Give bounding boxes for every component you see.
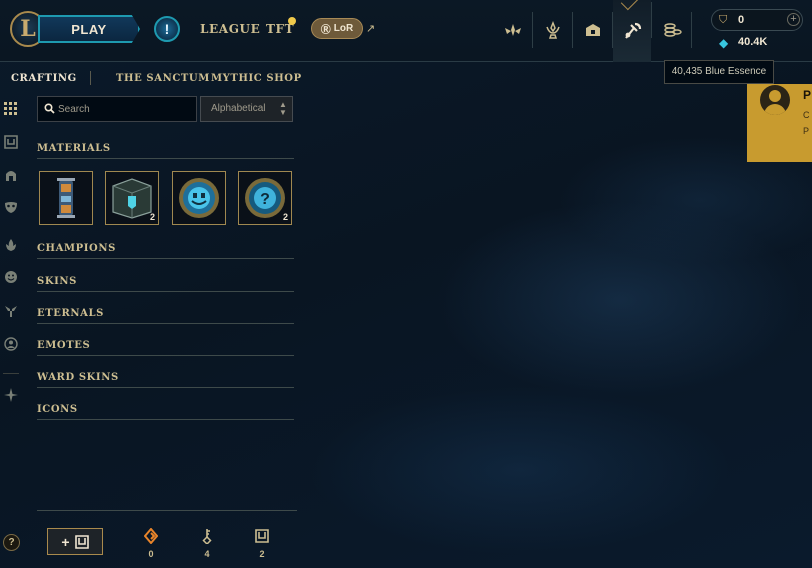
help-button[interactable]: ? xyxy=(3,534,20,551)
emote-capsule-icon xyxy=(176,175,222,221)
loot-glyph xyxy=(625,22,642,39)
tab-mythic-shop[interactable]: MYTHIC SHOP xyxy=(211,73,302,84)
loot-tile-hextech-chest[interactable]: 2 xyxy=(105,171,159,225)
key-fragment-art xyxy=(57,178,75,218)
key-glyph xyxy=(202,529,212,544)
tft-filter-icon[interactable] xyxy=(2,386,20,404)
avatar-icon xyxy=(760,85,790,115)
chest-count-glyph xyxy=(255,529,269,543)
sort-chevron-icon: ▲ ▼ xyxy=(279,100,287,117)
key-fragment-icon xyxy=(43,175,89,221)
svg-text:?: ? xyxy=(260,191,270,208)
champion-filter-icon[interactable] xyxy=(2,166,20,184)
flame-glyph xyxy=(6,239,16,251)
add-label: + xyxy=(61,533,70,550)
honor-trophy-icon[interactable] xyxy=(534,10,573,50)
ward-skin-filter-icon[interactable] xyxy=(2,302,20,320)
mystery-orb-art: ? xyxy=(245,178,285,218)
play-button[interactable]: PLAY xyxy=(38,15,140,43)
section-eternals[interactable]: ETERNALS xyxy=(37,308,104,319)
section-emotes[interactable]: EMOTES xyxy=(37,340,90,351)
mystery-orb-icon: ? xyxy=(242,175,288,221)
alert-icon[interactable]: ! xyxy=(154,16,180,42)
trophy-glyph xyxy=(546,21,560,39)
notification-line-2: P xyxy=(803,126,810,136)
lor-label: LoR xyxy=(333,23,354,34)
key-icon xyxy=(199,528,215,544)
search-input[interactable] xyxy=(58,99,193,119)
loot-tile-mystery-orb[interactable]: ? 2 xyxy=(238,171,292,225)
subnav-divider xyxy=(90,71,91,85)
chest-count-icon xyxy=(254,528,270,544)
section-materials[interactable]: MATERIALS xyxy=(37,143,111,154)
section-divider xyxy=(37,323,294,324)
emote-orb-art xyxy=(179,178,219,218)
section-divider xyxy=(37,291,294,292)
loot-icon[interactable] xyxy=(613,0,652,62)
orange-essence-count: 0 xyxy=(148,549,154,559)
section-divider xyxy=(37,419,294,420)
key-count: 4 xyxy=(204,549,210,559)
tab-the-sanctum[interactable]: THE SANCTUM xyxy=(116,73,210,84)
tile-count: 2 xyxy=(149,212,155,222)
orange-essence-glyph xyxy=(144,528,158,544)
emote-filter-icon[interactable] xyxy=(2,268,20,286)
tft-glyph xyxy=(4,388,18,402)
section-icons[interactable]: ICONS xyxy=(37,404,78,415)
section-divider xyxy=(37,387,294,388)
collection-icon[interactable] xyxy=(574,10,613,50)
all-loot-grid-icon[interactable] xyxy=(2,100,20,118)
notification-line-1: C xyxy=(803,110,810,120)
chest-filter-icon[interactable] xyxy=(2,133,20,151)
buy-rp-button[interactable]: + xyxy=(787,13,800,26)
eternals-filter-icon[interactable] xyxy=(2,236,20,254)
tile-count: 2 xyxy=(282,212,288,222)
smiley-glyph xyxy=(5,271,17,283)
tab-crafting[interactable]: CRAFTING xyxy=(11,73,77,84)
blue-essence-icon: ◆ xyxy=(719,36,729,50)
external-link-icon: ↗ xyxy=(366,23,376,35)
coins-glyph xyxy=(664,23,682,37)
store-icon[interactable] xyxy=(653,10,692,50)
mask-glyph xyxy=(5,202,17,213)
skin-filter-icon[interactable] xyxy=(2,198,20,216)
collection-glyph xyxy=(586,24,600,36)
search-icon xyxy=(44,103,56,115)
section-skins[interactable]: SKINS xyxy=(37,276,77,287)
section-champions[interactable]: CHAMPIONS xyxy=(37,243,116,254)
loot-tile-emote-capsule[interactable] xyxy=(172,171,226,225)
lor-logo-icon: Ⓡ xyxy=(320,25,331,36)
riot-points-value: 0 xyxy=(738,14,745,26)
orange-essence-icon xyxy=(143,528,159,544)
chest-count: 2 xyxy=(259,549,265,559)
tft-notification-dot xyxy=(288,17,296,25)
hextech-chest-art xyxy=(112,178,152,219)
section-ward-skins[interactable]: WARD SKINS xyxy=(37,372,119,383)
notification-title: P xyxy=(803,88,812,102)
icon-filter-icon[interactable] xyxy=(2,335,20,353)
chest-glyph xyxy=(4,135,18,149)
grid-glyph xyxy=(4,102,17,115)
ward-glyph xyxy=(5,306,17,317)
section-divider xyxy=(37,158,294,159)
clash-glyph xyxy=(505,24,521,36)
profile-glyph xyxy=(4,337,18,351)
clash-icon[interactable] xyxy=(494,10,533,50)
chest-icon xyxy=(74,534,89,549)
hextech-chest-icon xyxy=(109,175,155,221)
rail-divider xyxy=(3,373,19,374)
helmet-glyph xyxy=(6,171,16,181)
riot-points-icon: ⛉ xyxy=(719,14,728,26)
section-divider xyxy=(37,355,294,356)
nav-league[interactable]: LEAGUE xyxy=(200,22,260,36)
lor-button[interactable]: Ⓡ LoR xyxy=(311,18,363,39)
bottom-divider xyxy=(37,510,297,511)
background xyxy=(0,0,812,568)
blue-essence-tooltip: 40,435 Blue Essence xyxy=(664,60,774,84)
blue-essence-value[interactable]: 40.4K xyxy=(738,36,767,48)
magnifier-glyph xyxy=(44,103,55,114)
loot-tile-key-fragment[interactable] xyxy=(39,171,93,225)
add-chest-button[interactable]: + xyxy=(47,528,103,555)
section-divider xyxy=(37,258,294,259)
